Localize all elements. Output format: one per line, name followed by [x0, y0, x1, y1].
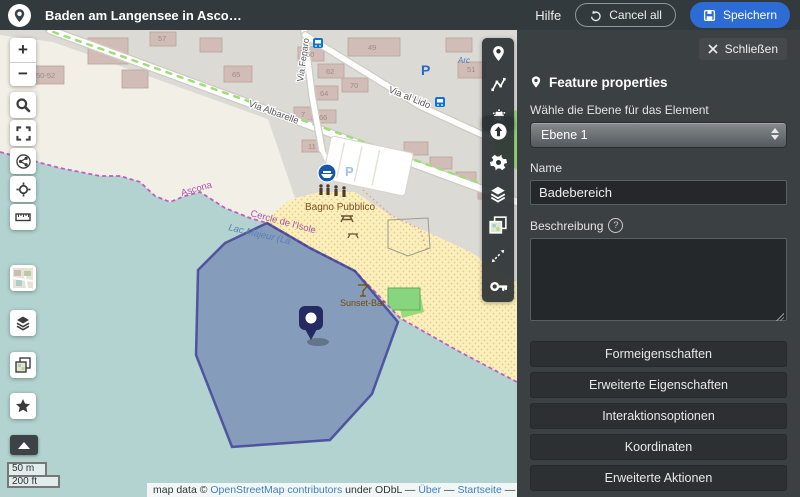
datalayers-button[interactable] — [10, 310, 36, 336]
top-bar: Baden am Langensee in Asco… Hilfe Cancel… — [0, 0, 800, 30]
fullscreen-icon — [16, 126, 31, 141]
star-icon — [15, 398, 31, 414]
section-interaction-options[interactable]: Interaktionsoptionen — [530, 403, 787, 429]
marker-icon — [530, 74, 542, 90]
svg-text:51: 51 — [467, 65, 475, 74]
draw-polyline-button[interactable] — [482, 69, 514, 100]
close-icon — [708, 44, 718, 54]
cancel-all-button[interactable]: Cancel all — [575, 3, 676, 27]
poi-label-bagno: Bagno Pubblico — [305, 202, 375, 213]
select-arrows-icon — [771, 128, 779, 140]
edit-toolbar — [482, 116, 514, 302]
bus-stop-icon — [313, 38, 323, 48]
layers-icon — [15, 315, 31, 331]
measure-distance-button[interactable] — [482, 240, 514, 271]
sports-pitch — [388, 288, 420, 310]
help-link[interactable]: Hilfe — [535, 8, 561, 23]
locate-icon — [16, 182, 31, 197]
layers-icon — [489, 185, 507, 203]
fullscreen-button[interactable] — [10, 120, 36, 146]
search-icon — [15, 97, 31, 113]
parking-icon: P — [421, 62, 430, 78]
polyline-icon — [490, 76, 507, 93]
map-canvas[interactable]: Via Albarelle Via Fenaro Via al Lido Asc… — [0, 30, 517, 497]
bus-stop-icon — [435, 97, 445, 107]
minimap-button[interactable] — [10, 265, 36, 291]
panel-sections: Formeigenschaften Erweiterte Eigenschaft… — [530, 341, 787, 491]
undo-icon — [589, 9, 602, 22]
import-data-button[interactable] — [482, 116, 514, 147]
zoom-in-button[interactable]: + — [10, 38, 36, 63]
measure-button[interactable] — [10, 204, 36, 230]
description-label: Beschreibung ? — [530, 218, 787, 233]
manage-layers-button[interactable] — [482, 178, 514, 209]
tilelayer-switch-button[interactable] — [10, 352, 36, 378]
svg-text:66: 66 — [319, 113, 327, 122]
home-link[interactable]: Startseite — [457, 484, 501, 496]
minimap-icon — [13, 268, 33, 288]
panel-title: Feature properties — [530, 74, 787, 90]
umap-editor: Baden am Langensee in Asco… Hilfe Cancel… — [0, 0, 800, 497]
parking-lot-icon: P — [345, 164, 354, 179]
measure-icon — [489, 247, 507, 265]
draw-marker-button[interactable] — [482, 38, 514, 69]
tilelayer-icon — [15, 357, 31, 373]
poi-label-arc: Arc — [457, 56, 470, 65]
close-panel-button[interactable]: Schließen — [699, 38, 787, 60]
svg-text:7: 7 — [301, 110, 305, 119]
ruler-icon — [15, 209, 31, 225]
section-coordinates[interactable]: Koordinaten — [530, 434, 787, 460]
share-icon — [16, 154, 31, 169]
zoom-out-button[interactable]: − — [10, 63, 36, 87]
section-advanced-properties[interactable]: Erweiterte Eigenschaften — [530, 372, 787, 398]
save-button[interactable]: Speichern — [690, 2, 790, 28]
svg-text:62: 62 — [326, 67, 334, 76]
name-input[interactable] — [530, 180, 787, 205]
marker-icon — [490, 45, 507, 62]
collapse-toolbar-button[interactable] — [10, 435, 38, 455]
map-container: Via Albarelle Via Fenaro Via al Lido Asc… — [0, 30, 517, 497]
search-button[interactable] — [10, 92, 36, 118]
change-tilelayer-button[interactable] — [482, 209, 514, 240]
svg-text:65: 65 — [232, 70, 240, 79]
umap-logo-icon — [8, 4, 31, 27]
description-textarea[interactable] — [530, 238, 787, 321]
about-link[interactable]: Über — [418, 484, 441, 496]
gear-icon — [489, 153, 508, 172]
poi-label-sunset: Sunset-Bar — [340, 298, 385, 308]
chevron-up-icon — [18, 442, 30, 449]
section-shape-properties[interactable]: Formeigenschaften — [530, 341, 787, 367]
star-button[interactable] — [10, 393, 36, 419]
osm-contributors-link[interactable]: OpenStreetMap contributors — [210, 484, 342, 496]
locate-button[interactable] — [10, 176, 36, 202]
layer-select-label: Wähle die Ebene für das Element — [530, 103, 787, 117]
share-button[interactable] — [10, 148, 36, 174]
svg-text:57: 57 — [158, 34, 166, 43]
name-label: Name — [530, 161, 787, 175]
zoom-control: + − — [10, 38, 36, 86]
upload-icon — [489, 122, 508, 141]
svg-text:64: 64 — [320, 89, 328, 98]
scale-imperial: 200 ft — [7, 475, 60, 488]
ferry-poi-icon — [318, 164, 336, 182]
key-icon — [489, 277, 508, 296]
map-settings-button[interactable] — [482, 147, 514, 178]
layer-select[interactable]: Ebene 1 — [530, 122, 787, 148]
help-icon[interactable]: ? — [608, 218, 623, 233]
svg-text:49: 49 — [368, 43, 376, 52]
save-icon — [703, 9, 716, 22]
tilelayer-icon — [489, 216, 507, 234]
svg-text:60: 60 — [306, 50, 314, 59]
svg-text:50-52: 50-52 — [36, 71, 55, 80]
scale-control: 50 m 200 ft — [7, 462, 60, 488]
permissions-button[interactable] — [482, 271, 514, 302]
section-advanced-actions[interactable]: Erweiterte Aktionen — [530, 465, 787, 491]
map-title: Baden am Langensee in Asco… — [45, 8, 242, 23]
svg-text:70: 70 — [350, 81, 358, 90]
svg-text:11: 11 — [308, 142, 316, 151]
feature-properties-panel: Schließen Feature properties Wähle die E… — [517, 30, 800, 497]
scale-metric: 50 m — [7, 462, 47, 475]
attribution-bar: map data © OpenStreetMap contributors un… — [147, 483, 517, 497]
